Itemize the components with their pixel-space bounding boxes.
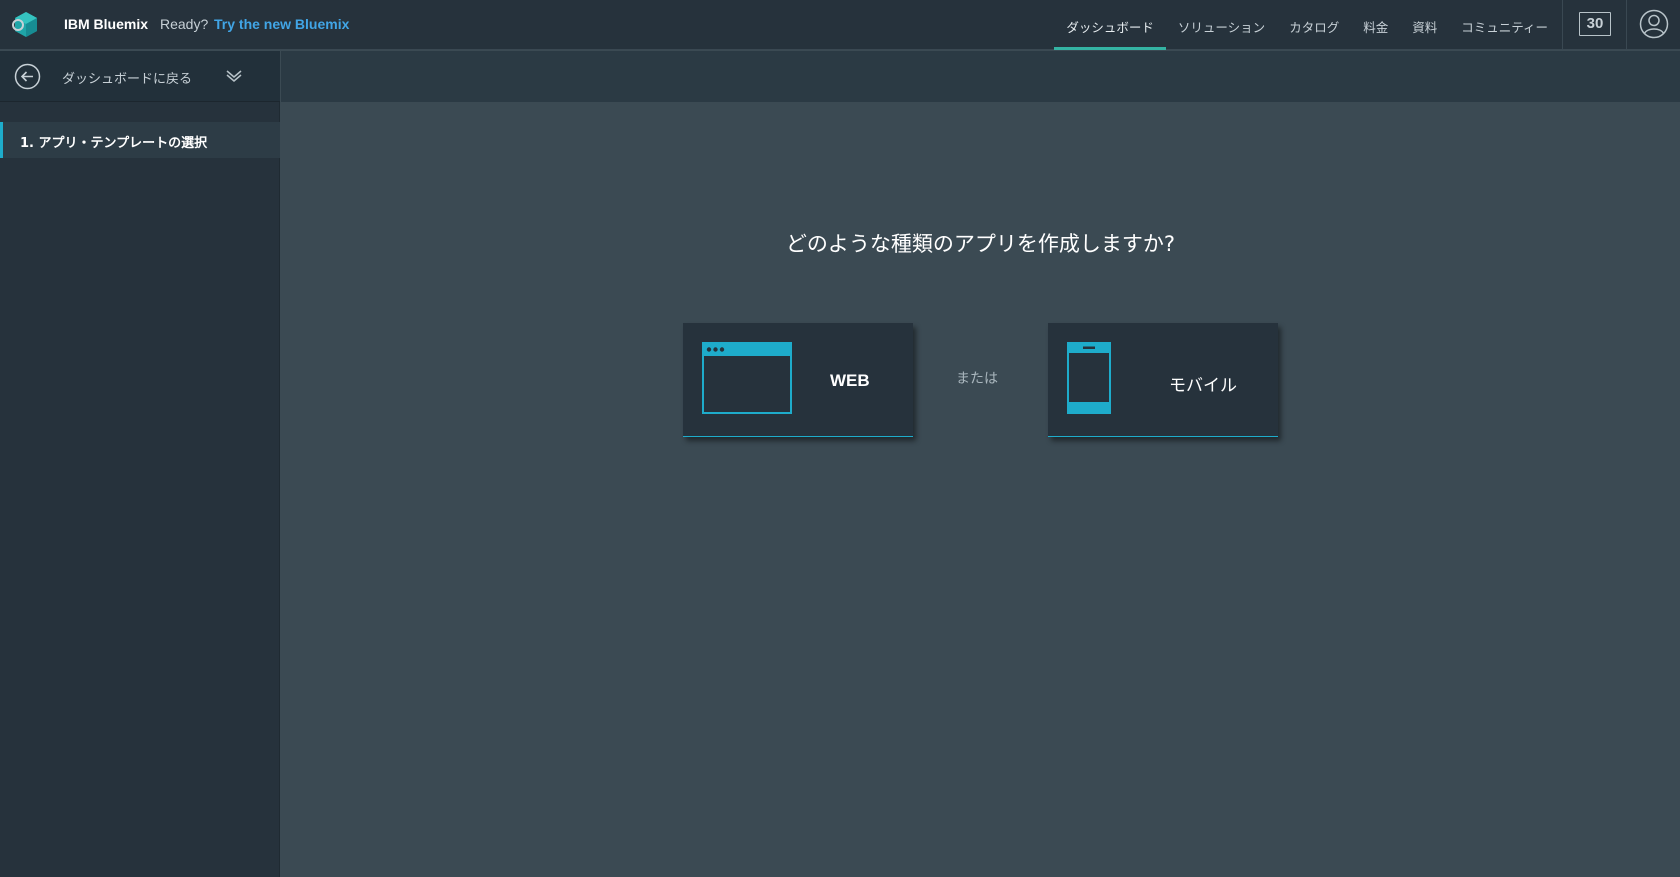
nav-catalog[interactable]: カタログ [1277,0,1351,50]
web-option-label: WEB [830,371,870,390]
or-separator: または [956,371,998,387]
browser-window-icon [702,342,792,414]
back-arrow-icon[interactable] [14,63,41,90]
sidebar: ダッシュボードに戻る 1. アプリ・テンプレートの選択 [0,51,280,877]
back-to-dashboard-link[interactable]: ダッシュボードに戻る [62,68,192,87]
bluemix-logo-icon[interactable] [10,9,42,41]
page-question: どのような種類のアプリを作成しますか? [785,232,1176,256]
trial-days-button[interactable]: 30 [1562,0,1626,50]
try-new-bluemix-link[interactable]: Try the new Bluemix [214,16,349,32]
chevron-down-icon[interactable] [225,69,243,83]
step-label: 1. アプリ・テンプレートの選択 [20,136,208,151]
top-header: IBM Bluemix Ready? Try the new Bluemix ダ… [0,0,1680,50]
mobile-option-label: モバイル [1169,376,1237,396]
nav-dashboard[interactable]: ダッシュボード [1054,0,1166,50]
nav-community[interactable]: コミュニティー [1449,0,1560,50]
sub-header-bar [281,51,1680,102]
mobile-app-option[interactable]: モバイル [1048,323,1278,437]
brand-name[interactable]: IBM Bluemix [64,16,148,32]
main-nav: ダッシュボード ソリューション カタログ 料金 資料 コミュニティー [1054,0,1560,50]
account-button[interactable] [1626,0,1680,50]
nav-docs[interactable]: 資料 [1400,0,1449,50]
mobile-phone-icon [1067,342,1111,414]
trial-days-badge: 30 [1579,12,1611,36]
sidebar-back-bar: ダッシュボードに戻る [0,51,280,102]
nav-pricing[interactable]: 料金 [1351,0,1400,50]
nav-solutions[interactable]: ソリューション [1166,0,1277,50]
sidebar-step-select-template[interactable]: 1. アプリ・テンプレートの選択 [0,122,280,158]
main-content: どのような種類のアプリを作成しますか? WEB または モバイル [281,102,1680,877]
web-app-option[interactable]: WEB [683,323,913,437]
ready-text: Ready? [160,16,209,32]
user-account-icon [1639,9,1669,39]
